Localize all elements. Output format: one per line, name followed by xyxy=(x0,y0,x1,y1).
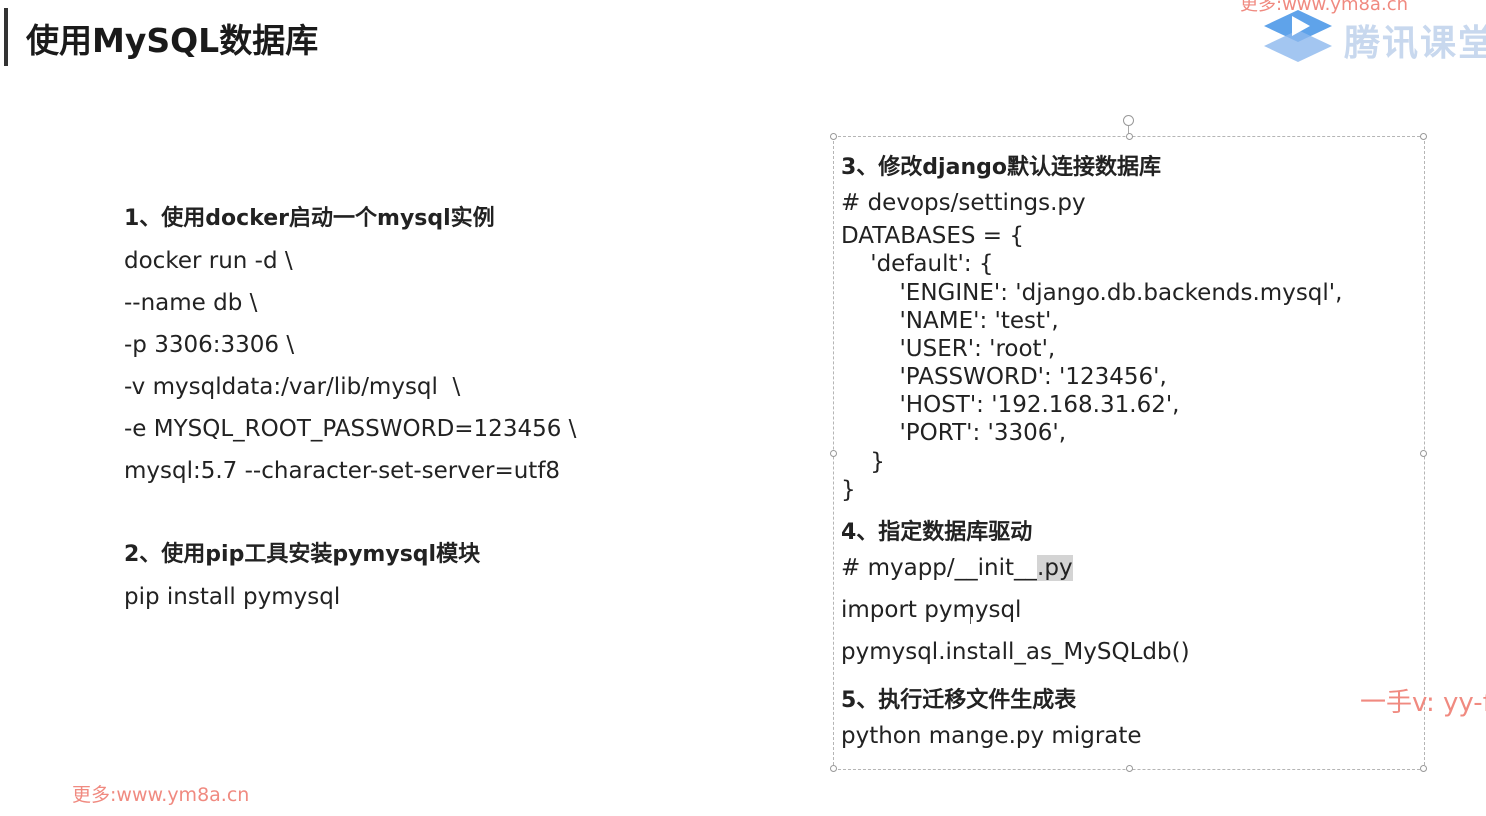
tencent-classroom-logo-icon xyxy=(1264,10,1332,62)
rotate-handle[interactable] xyxy=(1123,115,1134,126)
code-line: pymysql.install_as_MySQLdb() xyxy=(841,639,1190,665)
section-4-heading: 4、指定数据库驱动 xyxy=(841,520,1033,545)
resize-handle[interactable] xyxy=(830,765,837,772)
code-line: 'HOST': '192.168.31.62', xyxy=(841,392,1180,418)
section-3-heading: 3、修改django默认连接数据库 xyxy=(841,155,1161,180)
code-line: 'default': { xyxy=(841,251,994,277)
title-accent-bar xyxy=(4,8,8,66)
code-line: python mange.py migrate xyxy=(841,723,1142,749)
code-line: 'NAME': 'test', xyxy=(841,308,1059,334)
code-line: import pymysql xyxy=(841,597,1022,623)
resize-handle[interactable] xyxy=(1420,133,1427,140)
comment-path: # myapp/__init__ xyxy=(841,555,1038,581)
resize-handle[interactable] xyxy=(830,133,837,140)
text-highlight: .py xyxy=(1037,555,1073,581)
watermark-side: 一手v: yy-ff xyxy=(1360,688,1486,718)
watermark-bottom-url: 更多:www.ym8a.cn xyxy=(72,784,250,806)
text-cursor xyxy=(970,608,971,624)
code-line: 'PASSWORD': '123456', xyxy=(841,364,1167,390)
section-1-heading: 1、使用docker启动一个mysql实例 xyxy=(124,206,495,231)
code-line: 'ENGINE': 'django.db.backends.mysql', xyxy=(841,280,1343,306)
code-line: 'USER': 'root', xyxy=(841,336,1056,362)
resize-handle[interactable] xyxy=(1420,765,1427,772)
code-line: } xyxy=(841,477,856,503)
code-line: 'PORT': '3306', xyxy=(841,420,1067,446)
code-line: -e MYSQL_ROOT_PASSWORD=123456 \ xyxy=(124,416,577,442)
resize-handle[interactable] xyxy=(1126,133,1133,140)
code-comment: # devops/settings.py xyxy=(841,190,1086,216)
section-2-heading: 2、使用pip工具安装pymysql模块 xyxy=(124,542,481,567)
code-line: --name db \ xyxy=(124,290,258,316)
code-line: docker run -d \ xyxy=(124,248,293,274)
code-line: -v mysqldata:/var/lib/mysql \ xyxy=(124,374,461,400)
code-comment: # myapp/__init__.py xyxy=(841,555,1073,581)
left-content: 1、使用docker启动一个mysql实例 docker run -d \ --… xyxy=(124,198,576,618)
section-5-heading: 5、执行迁移文件生成表 xyxy=(841,688,1077,713)
code-line: DATABASES = { xyxy=(841,223,1025,249)
resize-handle[interactable] xyxy=(1420,450,1427,457)
resize-handle[interactable] xyxy=(1126,765,1133,772)
code-line: } xyxy=(841,449,885,475)
page-title: 使用MySQL数据库 xyxy=(26,21,319,60)
code-line: pip install pymysql xyxy=(124,584,341,610)
code-line: -p 3306:3306 \ xyxy=(124,332,295,358)
code-line: mysql:5.7 --character-set-server=utf8 xyxy=(124,458,561,484)
resize-handle[interactable] xyxy=(830,450,837,457)
watermark-logo-text: 腾讯课堂 xyxy=(1344,23,1486,64)
